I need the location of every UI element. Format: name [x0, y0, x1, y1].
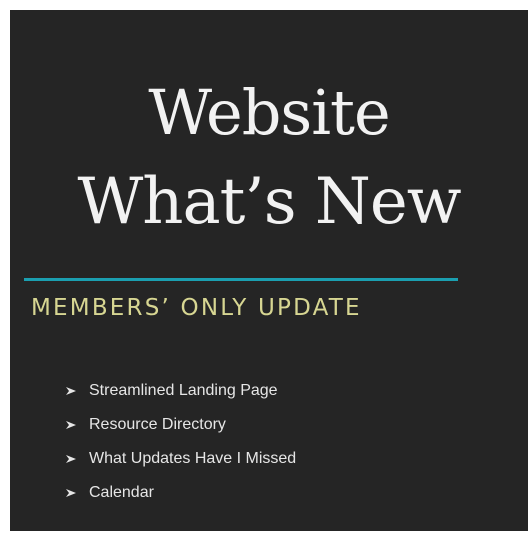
subtitle: MEMBERS’ ONLY UPDATE: [31, 295, 362, 321]
divider-line: [24, 278, 458, 281]
announcement-card: Website What’s New MEMBERS’ ONLY UPDATE …: [10, 10, 528, 531]
arrow-bullet-icon: [65, 385, 81, 397]
list-item-label: Resource Directory: [89, 416, 226, 433]
update-list: Streamlined Landing Page Resource Direct…: [65, 374, 296, 510]
list-item-label: Calendar: [89, 484, 154, 501]
list-item: Calendar: [65, 476, 296, 510]
list-item: What Updates Have I Missed: [65, 442, 296, 476]
title-line-1: Website: [148, 76, 390, 149]
arrow-bullet-icon: [65, 487, 81, 499]
title-line-2: What’s New: [77, 165, 461, 239]
list-item-label: Streamlined Landing Page: [89, 382, 278, 399]
arrow-bullet-icon: [65, 419, 81, 431]
list-item-label: What Updates Have I Missed: [89, 450, 297, 467]
list-item: Resource Directory: [65, 408, 296, 442]
arrow-bullet-icon: [65, 453, 81, 465]
list-item: Streamlined Landing Page: [65, 374, 296, 408]
